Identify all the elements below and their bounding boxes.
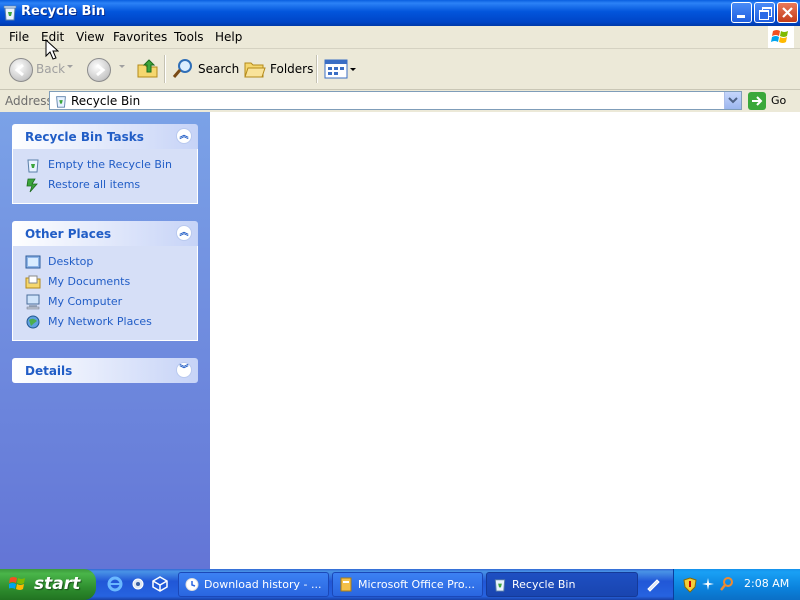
task-restore-all-items[interactable]: Restore all items <box>13 175 197 195</box>
pen-tool-icon[interactable] <box>645 576 661 592</box>
window-title: Recycle Bin <box>21 4 106 19</box>
panel-title: Other Places <box>25 227 112 241</box>
expand-icon[interactable]: ︾ <box>176 362 192 378</box>
start-label: start <box>34 574 81 594</box>
minimize-button[interactable] <box>731 2 752 23</box>
taskbar-button-recycle-bin[interactable]: Recycle Bin <box>486 572 638 597</box>
up-folder-icon[interactable] <box>136 56 160 80</box>
back-arrow-icon <box>14 63 24 77</box>
details-panel: Details ︾ <box>12 358 198 383</box>
task-label: Empty the Recycle Bin <box>48 158 172 171</box>
menu-view[interactable]: View <box>76 30 104 44</box>
windows-logo-icon <box>768 26 794 48</box>
folders-icon <box>244 62 266 78</box>
other-places-panel: Other Places ︽ Desktop My Documents My C… <box>12 221 198 341</box>
my-computer-icon <box>26 294 40 310</box>
back-label: Back <box>36 62 66 76</box>
toolbar: Back Search Folders <box>0 49 800 90</box>
office-setup-icon <box>340 577 352 592</box>
mouse-cursor-icon <box>45 39 59 60</box>
go-label: Go <box>771 94 787 107</box>
my-documents-icon <box>25 275 41 289</box>
place-label: Desktop <box>48 255 94 268</box>
close-button[interactable] <box>777 2 798 23</box>
menu-favorites[interactable]: Favorites <box>113 30 167 44</box>
back-dropdown-icon[interactable] <box>67 65 73 68</box>
taskbar-button-microsoft-office[interactable]: Microsoft Office Pro... <box>332 572 483 597</box>
address-bar: Address Recycle Bin Go <box>0 90 800 113</box>
clock: 2:08 AM <box>744 577 790 590</box>
place-my-documents[interactable]: My Documents <box>13 272 197 292</box>
views-dropdown-icon[interactable] <box>350 68 356 71</box>
system-tray: 2:08 AM <box>673 569 800 600</box>
address-value: Recycle Bin <box>71 94 141 108</box>
views-icon[interactable] <box>324 59 348 79</box>
panel-title: Recycle Bin Tasks <box>25 130 144 144</box>
chevron-down-icon <box>728 97 738 104</box>
collapse-icon[interactable]: ︽ <box>176 128 192 144</box>
taskbar-button-label: Download history - ... <box>204 578 322 591</box>
address-label: Address <box>5 94 53 108</box>
recycle-bin-icon <box>3 5 17 21</box>
recycle-bin-tasks-panel: Recycle Bin Tasks ︽ Empty the Recycle Bi… <box>12 124 198 204</box>
gear-icon[interactable] <box>130 576 146 592</box>
place-label: My Documents <box>48 275 131 288</box>
search-button[interactable]: Search <box>198 62 239 76</box>
toolbar-separator <box>164 55 166 83</box>
forward-arrow-icon <box>96 63 106 77</box>
menu-bar: File Edit View Favorites Tools Help <box>0 26 800 49</box>
go-button[interactable]: Go <box>748 92 796 110</box>
taskbar-button-label: Microsoft Office Pro... <box>358 578 475 591</box>
place-my-computer[interactable]: My Computer <box>13 292 197 312</box>
back-button[interactable] <box>9 58 33 82</box>
forward-dropdown-icon[interactable] <box>119 65 125 68</box>
taskbar: start Download history - ... Microsoft O… <box>0 569 800 600</box>
place-label: My Computer <box>48 295 123 308</box>
place-label: My Network Places <box>48 315 152 328</box>
desktop-icon <box>25 255 41 269</box>
recycle-bin-small-icon <box>56 96 66 108</box>
search-icon <box>172 59 192 78</box>
go-arrow-icon <box>748 92 766 110</box>
magnifier-icon[interactable] <box>719 576 735 592</box>
empty-recycle-bin-icon <box>27 159 39 173</box>
place-desktop[interactable]: Desktop <box>13 252 197 272</box>
address-dropdown-button[interactable] <box>724 92 741 109</box>
file-list-area[interactable] <box>210 112 800 569</box>
folders-button[interactable]: Folders <box>270 62 313 76</box>
security-shield-icon[interactable] <box>683 577 697 593</box>
sparkle-icon[interactable] <box>701 577 715 591</box>
internet-explorer-icon[interactable] <box>107 576 123 592</box>
network-places-icon <box>26 315 40 329</box>
details-header[interactable]: Details ︾ <box>12 358 198 383</box>
collapse-icon[interactable]: ︽ <box>176 225 192 241</box>
taskbar-button-label: Recycle Bin <box>512 578 576 591</box>
address-input[interactable]: Recycle Bin <box>49 91 742 110</box>
task-pane: Recycle Bin Tasks ︽ Empty the Recycle Bi… <box>0 112 210 569</box>
toolbar-separator-2 <box>316 55 318 83</box>
restore-button[interactable] <box>754 2 775 23</box>
task-empty-recycle-bin[interactable]: Empty the Recycle Bin <box>13 155 197 175</box>
menu-file[interactable]: File <box>9 30 29 44</box>
title-bar[interactable]: Recycle Bin <box>0 0 800 26</box>
menu-help[interactable]: Help <box>215 30 242 44</box>
restore-icon <box>26 178 38 193</box>
close-icon <box>782 7 793 18</box>
task-label: Restore all items <box>48 178 141 191</box>
start-button[interactable]: start <box>0 569 96 600</box>
place-my-network-places[interactable]: My Network Places <box>13 312 197 332</box>
recycle-bin-tasks-header[interactable]: Recycle Bin Tasks ︽ <box>12 124 198 149</box>
other-places-header[interactable]: Other Places ︽ <box>12 221 198 246</box>
menu-tools[interactable]: Tools <box>174 30 204 44</box>
forward-button[interactable] <box>87 58 111 82</box>
download-history-icon <box>185 578 199 591</box>
taskbar-button-download-history[interactable]: Download history - ... <box>178 572 329 597</box>
windows-logo-icon <box>9 577 25 590</box>
virtual-machine-icon[interactable] <box>152 576 168 592</box>
recycle-bin-icon <box>494 579 506 592</box>
panel-title: Details <box>25 364 73 378</box>
